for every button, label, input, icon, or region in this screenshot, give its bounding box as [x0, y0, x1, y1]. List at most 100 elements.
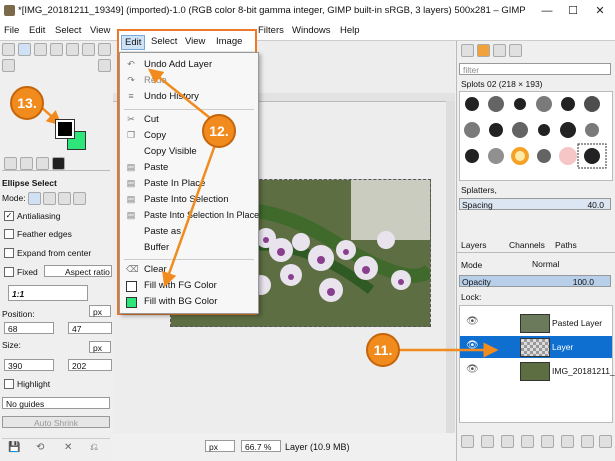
brushes-tab-icon[interactable]: [461, 44, 474, 57]
menu-item-fill-fg[interactable]: Fill with FG Color: [144, 280, 217, 291]
antialiasing-label: Antialiasing: [17, 211, 61, 221]
visibility-eye-icon[interactable]: 👁: [466, 364, 479, 375]
layer-row[interactable]: 👁 Pasted Layer: [460, 312, 612, 334]
menu-item-undo-history[interactable]: Undo History: [144, 91, 199, 102]
delete-options-icon[interactable]: ✕: [64, 442, 72, 453]
layer-thumbnail: [520, 314, 550, 333]
menu-file[interactable]: File: [4, 25, 19, 36]
menu-item-paste[interactable]: Paste: [144, 162, 168, 173]
menu-item-paste-in-place[interactable]: Paste In Place: [144, 178, 205, 189]
size-h-field[interactable]: 202: [68, 359, 112, 371]
menu-windows[interactable]: Windows: [292, 25, 331, 36]
lock-label: Lock:: [461, 292, 482, 302]
menu-item-cut[interactable]: Cut: [144, 114, 159, 125]
mask-layer-icon[interactable]: [581, 435, 594, 448]
close-button[interactable]: ✕: [588, 2, 612, 20]
duplicate-layer-icon[interactable]: [541, 435, 554, 448]
auto-shrink-button[interactable]: Auto Shrink: [2, 416, 110, 428]
tab-channels[interactable]: Channels: [509, 240, 545, 250]
menu-item-copy[interactable]: Copy: [144, 130, 166, 141]
paintbrush-tool-icon[interactable]: [2, 59, 15, 72]
menu-item-fill-bg[interactable]: Fill with BG Color: [144, 296, 217, 307]
size-w-field[interactable]: 390: [4, 359, 54, 371]
inner-menu-edit[interactable]: Edit: [121, 35, 146, 50]
undo-history-tab-icon[interactable]: [36, 157, 49, 170]
new-group-icon[interactable]: [481, 435, 494, 448]
raise-layer-icon[interactable]: [501, 435, 514, 448]
text-tool-icon[interactable]: [98, 59, 111, 72]
fonts-tab-icon[interactable]: [493, 44, 506, 57]
maximize-button[interactable]: ☐: [561, 2, 585, 20]
menu-item-buffer[interactable]: Buffer: [144, 242, 169, 253]
anchor-layer-icon[interactable]: [561, 435, 574, 448]
minimize-button[interactable]: —: [535, 2, 559, 20]
mode-replace-icon[interactable]: [28, 192, 41, 205]
position-y-field[interactable]: 47: [68, 322, 112, 334]
fg-color-swatch-fill[interactable]: [55, 119, 75, 139]
position-x-field[interactable]: 68: [4, 322, 54, 334]
mode-subtract-icon[interactable]: [58, 192, 71, 205]
position-unit-select[interactable]: px: [89, 305, 111, 317]
vertical-scrollbar[interactable]: [446, 101, 455, 433]
rotate-tool-icon[interactable]: [82, 43, 95, 56]
new-layer-icon[interactable]: [461, 435, 474, 448]
brush-grid[interactable]: [459, 91, 613, 181]
device-status-tab-icon[interactable]: [20, 157, 33, 170]
free-select-tool-icon[interactable]: [34, 43, 47, 56]
menu-help[interactable]: Help: [340, 25, 360, 36]
mode-intersect-icon[interactable]: [73, 192, 86, 205]
brush-filter-input[interactable]: filter: [459, 63, 611, 75]
patterns-tab-icon[interactable]: [477, 44, 490, 57]
menu-edit[interactable]: Edit: [29, 25, 45, 36]
lower-layer-icon[interactable]: [521, 435, 534, 448]
delete-layer-icon[interactable]: [599, 435, 612, 448]
visibility-eye-icon[interactable]: 👁: [466, 316, 479, 327]
layer-row[interactable]: 👁 IMG_20181211_: [460, 360, 615, 382]
fixed-mode-value: Aspect ratio: [65, 267, 110, 277]
menu-item-paste-into-selection-in-place[interactable]: Paste Into Selection In Place: [144, 210, 259, 220]
menu-select[interactable]: Select: [55, 25, 81, 36]
zoom-select[interactable]: 66.7 %: [241, 440, 281, 452]
crop-tool-icon[interactable]: [66, 43, 79, 56]
mode-add-icon[interactable]: [43, 192, 56, 205]
menu-item-redo[interactable]: Redo: [144, 75, 167, 86]
menu-item-clear[interactable]: Clear: [144, 264, 167, 275]
fuzzy-select-tool-icon[interactable]: [50, 43, 63, 56]
layer-mode-select[interactable]: Normal: [529, 258, 595, 270]
size-unit-select[interactable]: px: [89, 341, 111, 353]
save-options-icon[interactable]: 💾: [8, 442, 20, 453]
visibility-eye-icon[interactable]: 👁: [466, 340, 479, 351]
restore-options-icon[interactable]: ⟲: [36, 442, 44, 453]
guides-select[interactable]: No guides: [2, 397, 110, 409]
ratio-field[interactable]: 1:1: [8, 285, 88, 301]
tab-paths[interactable]: Paths: [555, 240, 577, 250]
menu-item-copy-visible[interactable]: Copy Visible: [144, 146, 197, 157]
menu-view[interactable]: View: [90, 25, 110, 36]
inner-menu-image[interactable]: Image: [216, 36, 242, 47]
layer-row-selected[interactable]: 👁 Layer: [460, 336, 612, 358]
inner-menu-view[interactable]: View: [185, 36, 205, 47]
menu-item-paste-as[interactable]: Paste as: [144, 226, 181, 237]
tab-layers[interactable]: Layers: [461, 240, 487, 250]
tool-options-tab-icon[interactable]: [4, 157, 17, 170]
antialiasing-checkbox[interactable]: ✓: [4, 211, 14, 221]
reset-options-icon[interactable]: ⎌: [90, 442, 98, 453]
scale-tool-icon[interactable]: [98, 43, 111, 56]
feather-edges-checkbox[interactable]: [4, 229, 14, 239]
feather-edges-label: Feather edges: [17, 229, 72, 239]
unit-select[interactable]: px: [205, 440, 235, 452]
menu-filters[interactable]: Filters: [258, 25, 284, 36]
move-tool-icon[interactable]: [2, 43, 15, 56]
highlight-checkbox[interactable]: [4, 379, 14, 389]
fixed-checkbox[interactable]: [4, 267, 14, 277]
inner-menu-select[interactable]: Select: [151, 36, 177, 47]
ellipse-select-tool-icon[interactable]: [18, 43, 31, 56]
menu-item-paste-into-selection[interactable]: Paste Into Selection: [144, 194, 229, 205]
spacing-slider[interactable]: Spacing 40.0: [459, 198, 611, 210]
opacity-slider[interactable]: Opacity 100.0: [459, 275, 611, 287]
images-tab-icon[interactable]: [52, 157, 65, 170]
document-history-tab-icon[interactable]: [509, 44, 522, 57]
menu-item-undo[interactable]: Undo Add Layer: [144, 59, 212, 70]
expand-center-checkbox[interactable]: [4, 248, 14, 258]
fixed-mode-select[interactable]: Aspect ratio: [44, 265, 112, 277]
